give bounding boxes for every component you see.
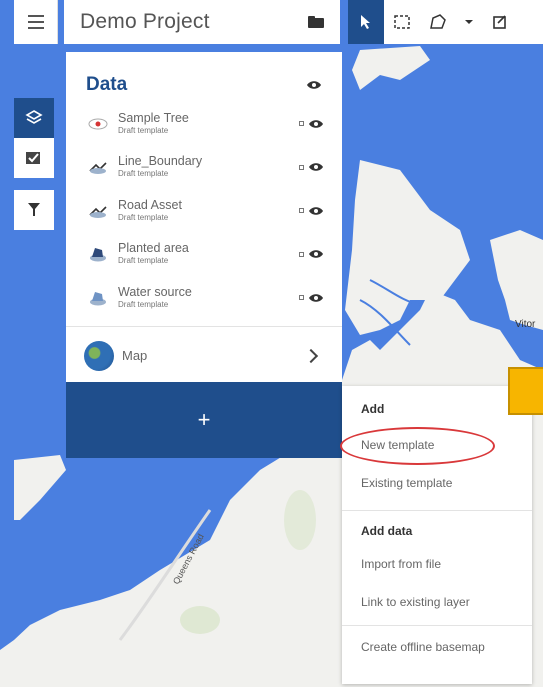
eye-icon[interactable] [308,249,324,259]
menu-heading-add: Add [361,402,385,416]
layer-item[interactable]: Sample Tree Draft template [66,102,342,146]
left-rail-group [14,98,54,178]
tasks-button[interactable] [14,138,54,178]
highlight-annotation [340,427,495,465]
data-panel-header: Data [66,52,342,96]
basemap-item[interactable]: Map [66,327,342,385]
lasso-polygon-icon [430,14,446,29]
polygon-icon [90,248,106,262]
layer-status: Draft template [118,212,169,222]
menu-item-link-existing-layer[interactable]: Link to existing layer [342,583,532,621]
park-area [180,606,220,634]
layer-status: Draft template [118,125,169,135]
layer-item[interactable]: Road Asset Draft template [66,189,342,233]
square-icon[interactable] [299,295,304,301]
layer-status: Draft template [118,256,169,266]
square-icon[interactable] [299,121,304,127]
filter-icon [28,203,40,216]
layer-item[interactable]: Water source Draft template [66,276,342,320]
layer-name: Planted area [118,241,189,256]
add-layer-button[interactable]: + [66,382,342,458]
layer-name: Line_Boundary [118,154,203,169]
polygon-select-button[interactable] [420,0,456,44]
edit-tool-button[interactable] [482,0,518,44]
layers-button[interactable] [14,98,54,138]
layer-list: Sample Tree Draft template Line_Boundary… [66,102,342,320]
caret-down-icon [465,20,473,24]
square-icon[interactable] [299,251,304,257]
cursor-icon [361,15,370,29]
layer-status: Draft template [118,169,169,179]
line-icon [89,206,107,218]
eye-icon[interactable] [308,206,324,216]
menu-heading-add-data: Add data [361,524,413,538]
tree-point-icon [88,118,108,130]
data-panel: Data Sample Tree Draft template Line_Bou… [66,52,342,382]
dashed-rectangle-icon [394,15,410,29]
menu-item-existing-template[interactable]: Existing template [342,464,532,502]
project-title: Demo Project [80,10,210,33]
layers-icon [25,110,43,124]
layer-name: Road Asset [118,197,182,212]
eye-icon[interactable] [308,119,324,129]
polygon-icon [90,291,106,306]
square-icon[interactable] [299,164,304,170]
globe-icon [84,340,114,371]
place-label: Vitor [515,319,536,330]
checkbox-edit-icon [26,152,40,164]
eye-icon[interactable] [306,80,322,90]
eye-icon[interactable] [308,293,324,303]
plus-icon: + [197,407,211,432]
layer-name: Water source [118,284,192,299]
hamburger-icon [27,13,44,31]
project-title-bar: Demo Project [64,0,340,44]
basemap-label: Map [122,348,148,363]
folder-icon[interactable] [308,16,324,28]
rectangle-select-button[interactable] [384,0,420,44]
menu-item-create-offline-basemap[interactable]: Create offline basemap [342,626,532,668]
select-tool-button[interactable] [348,0,384,44]
data-panel-title: Data [86,74,128,95]
filter-button[interactable] [14,190,54,230]
layer-item[interactable]: Line_Boundary Draft template [66,146,342,190]
square-icon[interactable] [299,208,304,214]
line-icon [89,162,107,175]
layer-status: Draft template [118,299,169,309]
eye-icon[interactable] [308,162,324,172]
layer-name: Sample Tree [118,110,189,125]
menu-item-import-from-file[interactable]: Import from file [342,545,532,583]
main-menu-button[interactable] [14,0,58,44]
select-mode-dropdown[interactable] [456,0,482,44]
park-area [284,490,316,550]
layer-item[interactable]: Planted area Draft template [66,233,342,277]
filter-rail [14,190,54,230]
edit-box-icon [493,15,506,29]
drawing-toolbar [348,0,543,44]
map-marker[interactable] [508,367,543,415]
chevron-right-icon [303,348,319,363]
